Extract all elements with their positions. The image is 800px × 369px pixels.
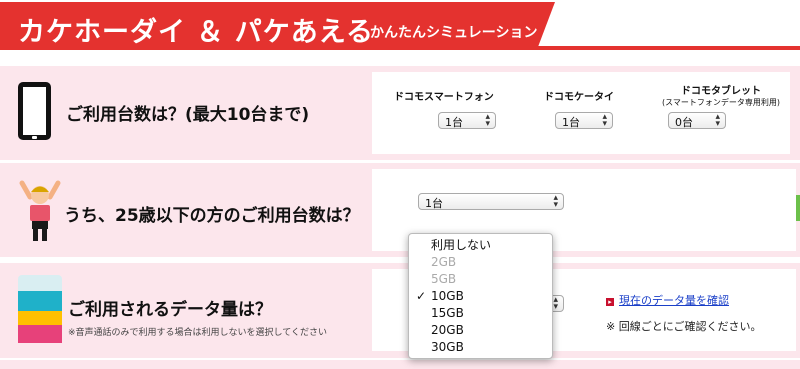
dropdown-option: 5GB	[431, 272, 457, 286]
dropdown-option[interactable]: 20GB	[409, 322, 552, 339]
dropdown-option[interactable]: 30GB	[409, 339, 552, 356]
data-stack-icon	[18, 275, 62, 343]
header: カケホーダイ ＆ パケあえる かんたんシミュレーション	[0, 0, 800, 52]
page-title: カケホーダイ ＆ パケあえる	[18, 17, 374, 48]
device-count-label: ご利用台数は？(最大10台まで)	[66, 105, 310, 125]
check-data-link[interactable]: ▸ 現在のデータ量を確認	[606, 292, 729, 308]
select-arrows-icon: ▴ ▾	[553, 193, 558, 210]
stack-pink-segment	[18, 325, 62, 343]
device-count-panel: ドコモスマートフォン 1台 ▴ ▾ ドコモケータイ 1台 ▴ ▾ ドコモタブレット …	[372, 72, 790, 154]
select-arrows-icon: ▴ ▾	[553, 295, 558, 312]
feature-phone-column-label: ドコモケータイ	[544, 92, 614, 103]
smartphone-icon	[18, 82, 51, 140]
dropdown-option[interactable]: 利用しない	[409, 237, 552, 254]
stack-yellow-segment	[18, 311, 62, 325]
select-arrows-icon: ▴ ▾	[715, 112, 720, 129]
smartphone-count-select[interactable]: 1台 ▴ ▾	[438, 112, 496, 129]
data-amount-label: ご利用されるデータ量は？	[68, 300, 272, 320]
under25-count-select[interactable]: 1台 ▴ ▾	[418, 193, 564, 210]
stack-top-segment	[18, 275, 62, 291]
per-line-note: ※ 回線ごとにご確認ください。	[606, 320, 762, 333]
feature-phone-count-select[interactable]: 1台 ▴ ▾	[555, 112, 613, 129]
stack-cyan-segment	[18, 291, 62, 311]
dropdown-option: 2GB	[431, 255, 457, 269]
select-arrows-icon: ▴ ▾	[485, 112, 490, 129]
tablet-column-sublabel: (スマートフォンデータ専用利用)	[662, 98, 781, 107]
side-tab[interactable]	[796, 195, 800, 221]
title-banner: カケホーダイ ＆ パケあえる かんたんシミュレーション	[0, 2, 555, 46]
tablet-count-select[interactable]: 0台 ▴ ▾	[668, 112, 726, 129]
select-arrows-icon: ▴ ▾	[602, 112, 607, 129]
page-subtitle: かんたんシミュレーション	[370, 25, 538, 41]
smartphone-column-label: ドコモスマートフォン	[394, 92, 494, 103]
data-amount-note: ※音声通話のみで利用する場合は利用しないを選択してください	[68, 328, 328, 338]
banner-underline	[0, 46, 800, 50]
under25-row: うち、25歳以下の方のご利用台数は？ 1台 ▴ ▾	[0, 163, 800, 257]
kid-cheering-icon	[19, 180, 61, 241]
device-count-row: ご利用台数は？(最大10台まで) ドコモスマートフォン 1台 ▴ ▾ ドコモケータ…	[0, 66, 800, 160]
checkmark-icon: ✓	[416, 289, 427, 303]
dropdown-option-selected[interactable]: ✓ 10GB	[409, 288, 552, 305]
under25-label: うち、25歳以下の方のご利用台数は？	[64, 206, 360, 226]
data-amount-dropdown: 利用しない 2GB 5GB ✓ 10GB 15GB 20GB 30GB	[408, 233, 553, 359]
arrow-right-icon: ▸	[606, 298, 614, 306]
data-amount-row: ご利用されるデータ量は？ ※音声通話のみで利用する場合は利用しないを選択してくだ…	[0, 263, 800, 358]
dropdown-option[interactable]: 15GB	[409, 305, 552, 322]
next-row	[0, 360, 800, 369]
tablet-column-label: ドコモタブレット (スマートフォンデータ専用利用)	[662, 86, 781, 107]
